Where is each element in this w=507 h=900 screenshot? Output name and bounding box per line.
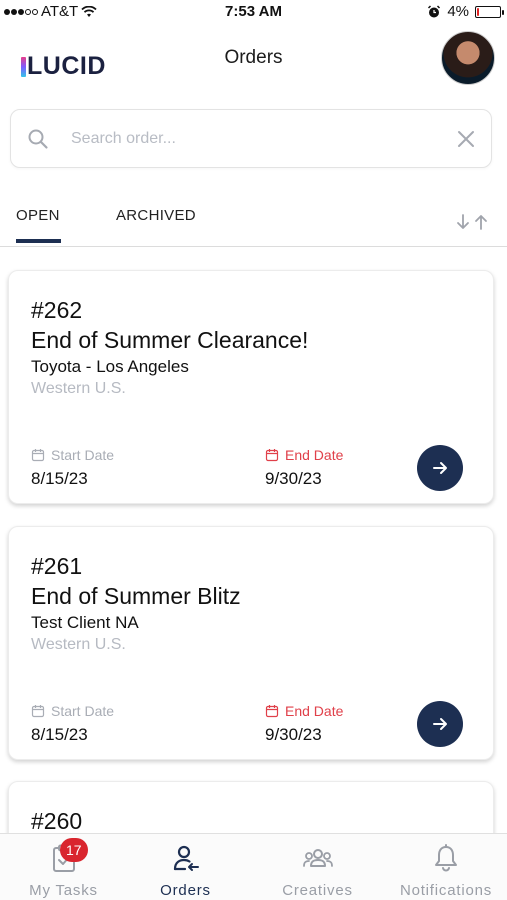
end-date-label: End Date <box>265 703 343 719</box>
open-order-button[interactable] <box>417 701 463 747</box>
start-date-label: Start Date <box>31 703 114 719</box>
search-icon <box>28 129 48 149</box>
arrow-right-icon <box>433 718 447 730</box>
nav-orders[interactable]: Orders <box>122 834 249 900</box>
nav-creatives[interactable]: Creatives <box>254 834 381 900</box>
user-orders-icon <box>173 845 199 871</box>
start-date-label: Start Date <box>31 447 114 463</box>
nav-label: Notifications <box>399 882 493 899</box>
end-date: 9/30/23 <box>265 725 322 744</box>
order-card[interactable]: #262 End of Summer Clearance! Toyota - L… <box>8 270 494 504</box>
close-icon[interactable] <box>455 128 477 150</box>
end-date-label: End Date <box>265 447 343 463</box>
order-number: #261 <box>31 553 83 579</box>
open-order-button[interactable] <box>417 445 463 491</box>
start-date-label-text: Start Date <box>51 703 115 719</box>
order-card[interactable]: #261 End of Summer Blitz Test Client NA … <box>8 526 494 760</box>
tab-open[interactable]: OPEN <box>16 207 60 224</box>
app-header: LUCID Orders <box>0 28 507 96</box>
status-bar: AT&T 7:53 AM 4% <box>0 0 507 24</box>
bottom-nav: 17 My Tasks Orders Creatives Notificatio… <box>0 833 507 900</box>
calendar-icon <box>265 449 279 462</box>
page-title: Orders <box>224 47 283 68</box>
search-bar <box>10 109 492 168</box>
nav-notifications[interactable]: Notifications <box>385 834 507 900</box>
start-date: 8/15/23 <box>31 725 88 744</box>
arrow-right-icon <box>433 462 447 474</box>
nav-label: My Tasks <box>29 882 98 899</box>
order-region: Western U.S. <box>31 636 126 653</box>
end-date-label-text: End Date <box>285 703 344 719</box>
tasks-badge: 17 <box>60 838 88 862</box>
order-client: Test Client NA <box>31 613 139 632</box>
order-title: End of Summer Blitz <box>31 583 241 609</box>
status-right: 4% <box>427 3 504 20</box>
nav-label: Orders <box>160 882 211 899</box>
order-number: #262 <box>31 297 83 323</box>
order-title: End of Summer Clearance! <box>31 327 309 353</box>
bell-icon <box>435 844 457 872</box>
calendar-icon <box>31 705 45 718</box>
nav-label: Creatives <box>282 882 353 899</box>
start-date-label-text: Start Date <box>51 447 115 463</box>
start-date: 8/15/23 <box>31 469 88 488</box>
tab-archived[interactable]: ARCHIVED <box>116 207 196 224</box>
order-client: Toyota - Los Angeles <box>31 357 189 376</box>
battery-percent: 4% <box>447 3 469 20</box>
search-input[interactable] <box>71 126 431 152</box>
sort-icon[interactable] <box>453 212 491 232</box>
order-number: #260 <box>31 808 83 834</box>
order-region: Western U.S. <box>31 380 126 397</box>
battery-icon <box>475 5 504 18</box>
nav-my-tasks[interactable]: 17 My Tasks <box>0 834 127 900</box>
order-tabs: OPEN ARCHIVED <box>0 196 507 247</box>
end-date-label-text: End Date <box>285 447 344 463</box>
alarm-icon <box>428 4 441 17</box>
avatar[interactable] <box>441 31 495 85</box>
calendar-icon <box>31 449 45 462</box>
active-tab-indicator <box>16 239 61 243</box>
calendar-icon <box>265 705 279 718</box>
end-date: 9/30/23 <box>265 469 322 488</box>
group-icon <box>302 849 333 867</box>
